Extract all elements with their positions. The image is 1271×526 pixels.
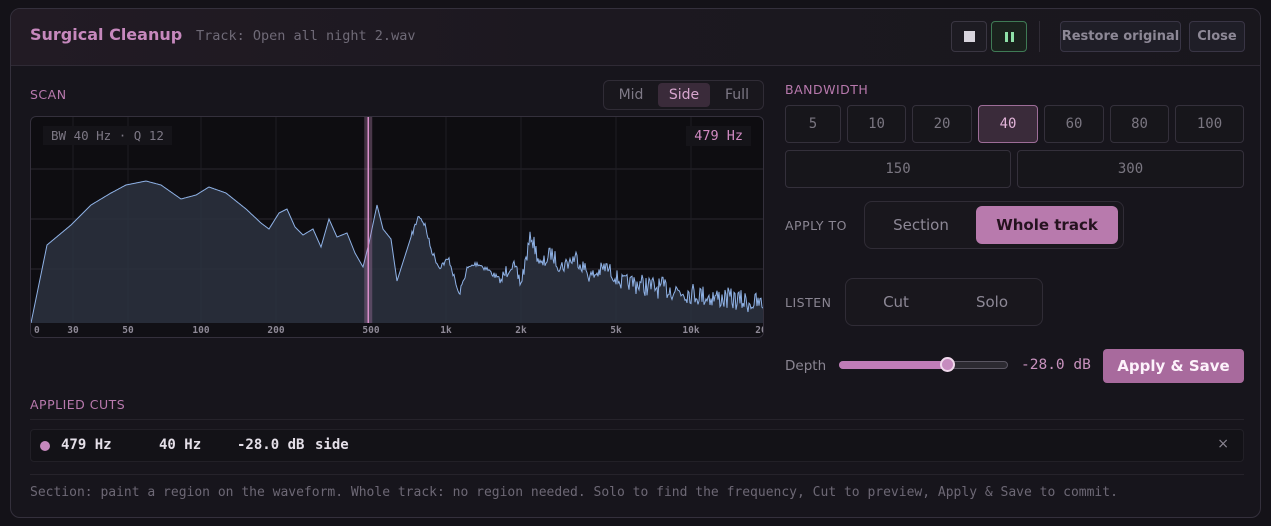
axis-tick-label: 20 — [755, 325, 764, 336]
header-divider — [1039, 21, 1040, 52]
divider — [30, 419, 1244, 420]
apply-to-whole-track[interactable]: Whole track — [976, 206, 1118, 244]
bandwidth-60[interactable]: 60 — [1044, 105, 1104, 143]
spectrum-area — [31, 181, 763, 323]
dialog-title: Surgical Cleanup — [30, 25, 183, 44]
bandwidth-20[interactable]: 20 — [912, 105, 972, 143]
apply-to-selector: Section Whole track — [864, 201, 1124, 249]
depth-slider-fill — [839, 361, 948, 369]
apply-and-save-button[interactable]: Apply & Save — [1103, 349, 1244, 383]
axis-tick-label: 10k — [682, 325, 699, 336]
depth-slider-knob[interactable] — [940, 357, 956, 372]
listen-cut-button[interactable]: Cut — [850, 283, 942, 321]
listen-solo-button[interactable]: Solo — [946, 283, 1038, 321]
bandwidth-label: BANDWIDTH — [785, 82, 869, 97]
surgical-cleanup-dialog: Surgical Cleanup Track: Open all night 2… — [10, 8, 1261, 518]
track-name: Track: Open all night 2.wav — [196, 28, 416, 44]
scan-mode-selector: Mid Side Full — [603, 80, 764, 110]
bandwidth-100[interactable]: 100 — [1175, 105, 1244, 143]
close-button[interactable]: Close — [1189, 21, 1245, 52]
cut-depth: -28.0 dB — [237, 437, 305, 453]
cut-channel: side — [315, 437, 349, 453]
axis-tick-label: 50 — [122, 325, 134, 336]
axis-strip — [31, 323, 763, 337]
stop-button[interactable] — [951, 21, 987, 52]
bandwidth-10[interactable]: 10 — [847, 105, 906, 143]
depth-label: Depth — [785, 358, 827, 374]
scan-label: SCAN — [30, 87, 67, 102]
bandwidth-300[interactable]: 300 — [1017, 150, 1244, 188]
axis-tick-label: 30 — [67, 325, 79, 336]
pause-button[interactable] — [991, 21, 1027, 52]
bandwidth-40[interactable]: 40 — [978, 105, 1038, 143]
axis-tick-label: 200 — [267, 325, 284, 336]
spectrum-plot: 0 30 50 100 200 500 1k 2k 5k 10k 20 — [31, 117, 764, 337]
cut-indicator-dot — [40, 441, 50, 451]
dialog-header: Surgical Cleanup Track: Open all night 2… — [11, 9, 1260, 66]
applied-cuts-label: APPLIED CUTS — [30, 397, 126, 412]
axis-tick-label: 5k — [610, 325, 622, 336]
listen-label: LISTEN — [785, 295, 832, 310]
cut-bandwidth: 40 Hz — [159, 437, 202, 453]
selected-frequency-badge: 479 Hz — [686, 126, 751, 146]
axis-tick-label: 100 — [192, 325, 209, 336]
applied-cut-row: 479 Hz 40 Hz -28.0 dB side × — [30, 429, 1244, 462]
spectrum-scan[interactable]: 0 30 50 100 200 500 1k 2k 5k 10k 20 BW 40 Hz · Q 1… — [30, 116, 764, 338]
apply-to-label: APPLY TO — [785, 218, 848, 233]
cut-frequency: 479 Hz — [61, 437, 112, 453]
axis-tick-label: 500 — [362, 325, 379, 336]
listen-selector: Cut Solo — [845, 278, 1043, 326]
axis-tick-label: 2k — [515, 325, 527, 336]
scan-mode-mid[interactable]: Mid — [606, 83, 656, 107]
depth-slider[interactable] — [839, 357, 1008, 372]
bandwidth-150[interactable]: 150 — [785, 150, 1011, 188]
bandwidth-q-badge: BW 40 Hz · Q 12 — [43, 126, 172, 145]
depth-value: -28.0 dB — [1021, 357, 1091, 373]
divider — [30, 474, 1244, 475]
restore-original-button[interactable]: Restore original — [1060, 21, 1181, 52]
help-text: Section: paint a region on the waveform.… — [30, 485, 1118, 500]
scan-mode-full[interactable]: Full — [712, 83, 762, 107]
scan-mode-side[interactable]: Side — [658, 83, 710, 107]
bandwidth-5[interactable]: 5 — [785, 105, 841, 143]
axis-tick-label: 0 — [34, 325, 40, 336]
remove-cut-button[interactable]: × — [1217, 436, 1229, 452]
apply-to-section[interactable]: Section — [869, 206, 973, 244]
axis-tick-label: 1k — [440, 325, 452, 336]
bandwidth-80[interactable]: 80 — [1110, 105, 1169, 143]
